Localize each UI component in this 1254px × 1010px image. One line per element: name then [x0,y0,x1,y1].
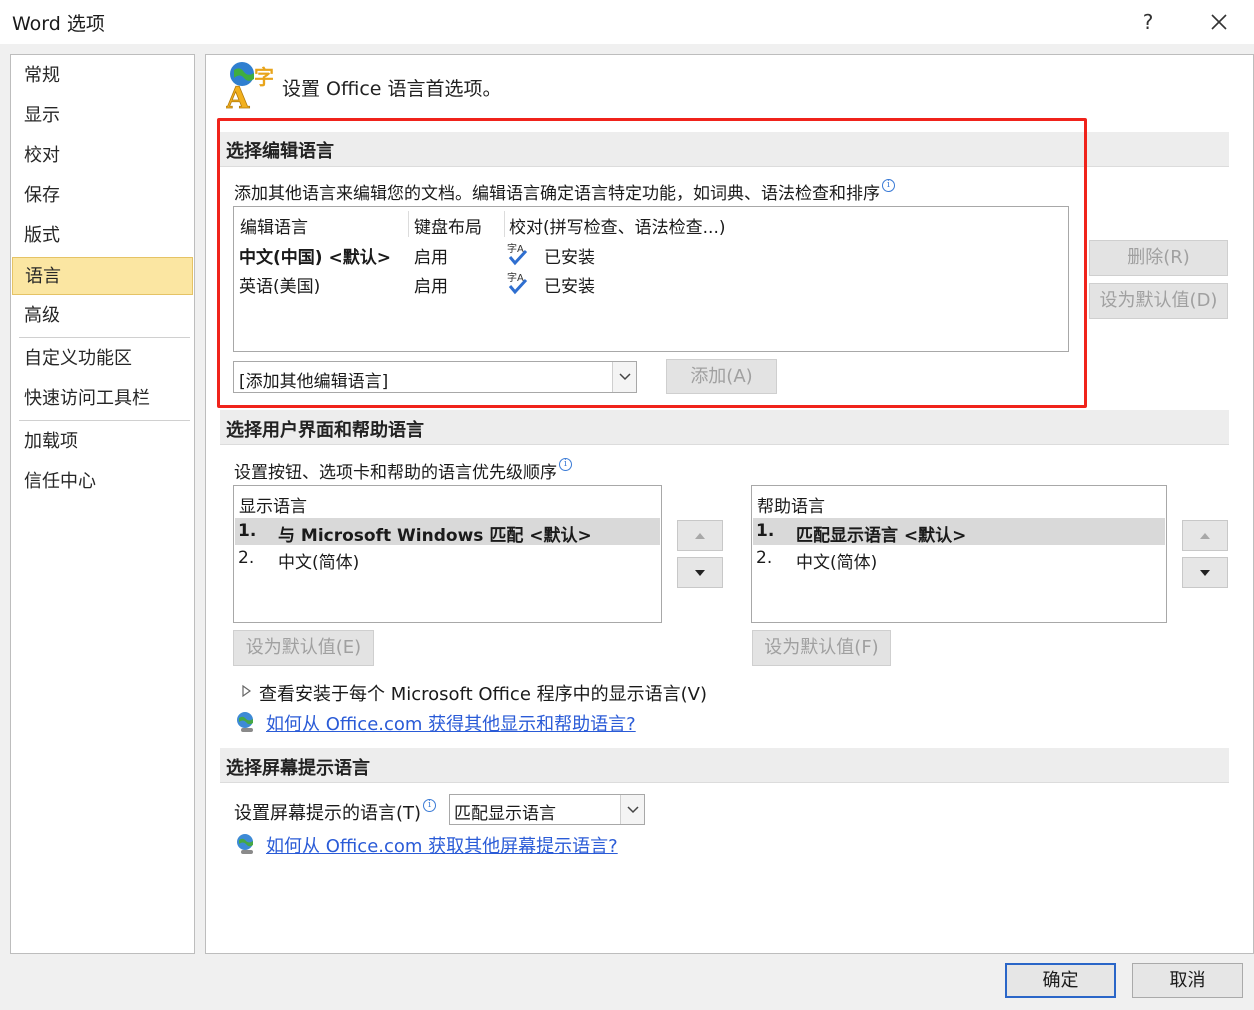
arrow-down-icon [695,569,705,576]
help-button[interactable]: ? [1133,8,1163,38]
close-icon [1211,14,1227,30]
list-item[interactable]: 1. 与 Microsoft Windows 匹配 <默认> [235,518,660,546]
sidebar-item-customize-ribbon[interactable]: 自定义功能区 [12,340,193,378]
expand-display-languages[interactable]: 查看安装于每个 Microsoft Office 程序中的显示语言(V) [259,680,707,706]
display-language-list[interactable]: 显示语言 1. 与 Microsoft Windows 匹配 <默认> 2. 中… [233,485,662,623]
sidebar-item-add-ins[interactable]: 加载项 [12,423,193,461]
sidebar-item-general[interactable]: 常规 [12,57,193,95]
section-bar-screentip [220,748,1229,783]
sidebar-item-proofing[interactable]: 校对 [12,137,193,175]
cancel-button[interactable]: 取消 [1132,963,1243,998]
select-value: 匹配显示语言 [454,804,556,824]
item-label: 中文(简体) [796,553,878,573]
sidebar-divider [19,420,190,421]
arrow-up-icon [1200,532,1210,539]
ui-language-description: 设置按钮、选项卡和帮助的语言优先级顺序 i [234,458,572,483]
globe-link-icon [235,833,257,855]
sidebar-item-save[interactable]: 保存 [12,177,193,215]
chevron-down-icon[interactable] [620,795,644,824]
expand-triangle-icon[interactable] [240,683,254,698]
item-number: 1. [238,521,257,541]
language-settings-icon: 字 A [225,60,278,116]
svg-text:字: 字 [254,65,274,89]
set-default-editing-button[interactable]: 设为默认值(D) [1089,283,1228,319]
list-header: 显示语言 [239,497,307,517]
item-number: 2. [238,548,255,568]
screentip-languages-link[interactable]: 如何从 Office.com 获取其他屏幕提示语言? [266,832,618,858]
list-item[interactable]: 1. 匹配显示语言 <默认> [753,518,1165,546]
move-up-button[interactable] [1182,520,1228,551]
sidebar-item-display[interactable]: 显示 [12,97,193,135]
window-title: Word 选项 [12,13,105,35]
screentip-label: 设置屏幕提示的语言(T) i [234,799,437,825]
move-down-button[interactable] [1182,557,1228,588]
section-title-ui-language: 选择用户界面和帮助语言 [226,420,424,441]
close-button[interactable] [1203,8,1235,38]
list-item[interactable]: 2. 中文(简体) [753,545,1165,573]
move-up-button[interactable] [677,520,723,551]
svg-text:A: A [226,81,250,110]
arrow-up-icon [695,532,705,539]
sidebar-item-language[interactable]: 语言 [12,257,193,295]
sidebar-item-advanced[interactable]: 高级 [12,297,193,335]
highlight-box [217,118,1087,408]
globe-link-icon [235,711,257,733]
info-icon: i [423,799,437,812]
sidebar-divider [19,337,190,338]
sidebar-item-layout[interactable]: 版式 [12,217,193,255]
sidebar-item-quick-access-toolbar[interactable]: 快速访问工具栏 [12,380,193,418]
screentip-language-select[interactable]: 匹配显示语言 [449,794,645,825]
title-bar [0,0,1254,44]
move-down-button[interactable] [677,557,723,588]
sidebar-item-trust-center[interactable]: 信任中心 [12,463,193,501]
set-default-help-button[interactable]: 设为默认值(F) [752,630,891,666]
item-label: 与 Microsoft Windows 匹配 <默认> [278,526,592,546]
list-item[interactable]: 2. 中文(简体) [235,545,660,573]
list-header: 帮助语言 [757,497,825,517]
page-header-text: 设置 Office 语言首选项。 [282,78,502,100]
help-language-list[interactable]: 帮助语言 1. 匹配显示语言 <默认> 2. 中文(简体) [751,485,1167,623]
section-title-screentip: 选择屏幕提示语言 [226,758,370,779]
item-number: 1. [756,521,775,541]
item-label: 中文(简体) [278,553,360,573]
help-languages-link[interactable]: 如何从 Office.com 获得其他显示和帮助语言? [266,710,636,736]
arrow-down-icon [1200,569,1210,576]
set-default-display-button[interactable]: 设为默认值(E) [233,630,374,666]
ok-button[interactable]: 确定 [1005,963,1116,998]
item-number: 2. [756,548,773,568]
sidebar-nav: 常规 显示 校对 保存 版式 语言 高级 自定义功能区 快速访问工具栏 加载项 … [10,54,195,954]
item-label: 匹配显示语言 <默认> [796,526,967,546]
remove-language-button[interactable]: 删除(R) [1089,240,1228,276]
info-icon: i [559,458,572,471]
